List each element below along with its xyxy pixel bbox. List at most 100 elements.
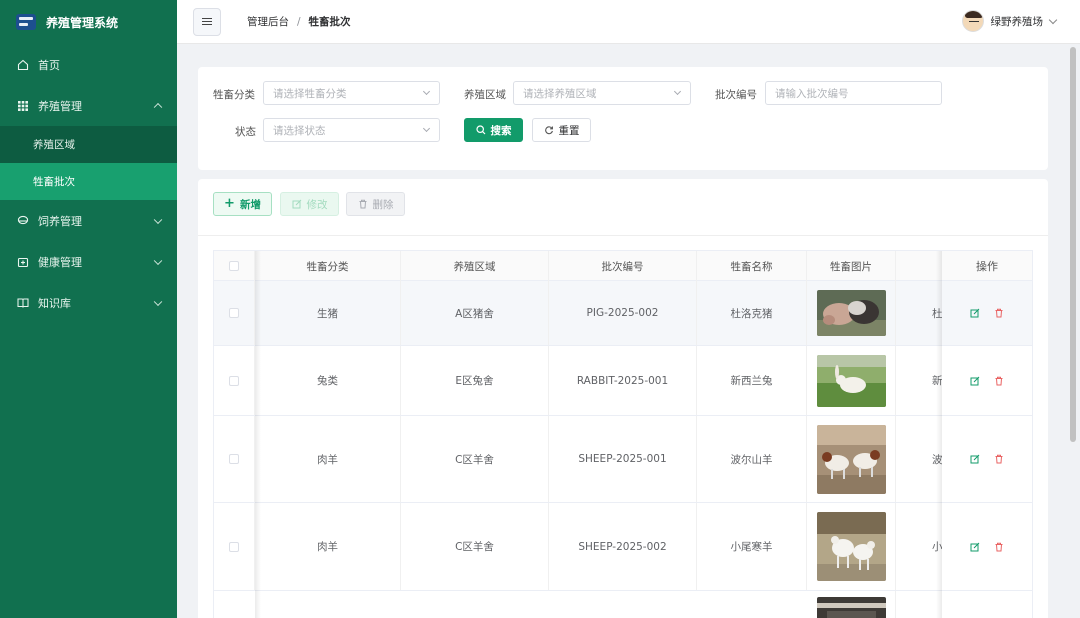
batch-label: 批次编号 [715,89,757,101]
area-cell: A区猪舍 [401,281,549,345]
livestock-image-sheep[interactable] [816,512,886,581]
search-button[interactable]: 搜索 [464,118,523,142]
operations-column: 操作 [942,251,1032,618]
sidebar-item-label: 知识库 [38,296,71,310]
grid-icon [17,100,29,112]
chevron-down-icon [422,124,431,133]
breadcrumb-current: 牲畜批次 [308,16,351,28]
livestock-image[interactable] [816,597,886,618]
table-header: 牲畜分类 养殖区域 批次编号 牲畜名称 牲畜图片 品 [214,251,1032,281]
name-cell: 新西兰兔 [697,346,807,415]
sidebar-item-label: 首页 [38,58,60,72]
row-actions [942,281,1032,346]
edit-icon [292,199,301,209]
category-cell: 生猪 [255,281,401,345]
row-checkbox[interactable] [229,541,239,552]
name-cell: 波尔山羊 [697,416,807,502]
plus-icon: + [224,196,235,211]
table-row[interactable]: 肉羊 C区羊舍 SHEEP-2025-002 小尾寒羊 小尾 [214,503,1032,591]
search-button-label: 搜索 [490,124,512,137]
batch-cell: RABBIT-2025-001 [549,346,697,415]
sidebar-item-label: 饲养管理 [38,214,82,228]
trash-icon[interactable] [992,452,1006,466]
category-label: 牲畜分类 [213,89,255,101]
table-row[interactable] [214,591,1032,618]
batch-number-input[interactable]: 请输入批次编号 [765,81,942,105]
status-select[interactable]: 请选择状态 [263,118,440,142]
column-header[interactable]: 批次编号 [549,251,697,281]
sidebar-item-health[interactable]: 健康管理 [0,241,177,282]
edit-icon[interactable] [968,452,982,466]
page-scrollbar[interactable] [1070,47,1076,442]
sidebar-item-knowledge[interactable]: 知识库 [0,282,177,323]
category-cell: 肉羊 [255,503,401,590]
hamburger-icon [202,20,212,23]
table-row[interactable]: 生猪 A区猪舍 PIG-2025-002 杜洛克猪 杜洛 [214,281,1032,346]
batch-cell: SHEEP-2025-002 [549,503,697,590]
sidebar-item-home[interactable]: 首页 [0,44,177,85]
column-header[interactable]: 养殖区域 [401,251,549,281]
column-header[interactable]: 牲畜图片 [807,251,896,281]
select-all-cell [214,251,255,281]
chevron-down-icon [153,215,163,224]
trash-icon[interactable] [992,374,1006,388]
column-header[interactable]: 牲畜分类 [255,251,401,281]
menu-toggle-button[interactable] [193,7,221,36]
sidebar-item-feeding[interactable]: 饲养管理 [0,200,177,241]
edit-icon[interactable] [968,540,982,554]
sidebar-item-livestock-batch[interactable]: 牲畜批次 [0,163,177,200]
batch-placeholder: 请输入批次编号 [775,87,849,100]
category-select[interactable]: 请选择牲畜分类 [263,81,440,105]
sidebar: 养殖管理系统 首页 养殖管理 养殖区域 牲畜批次 饲养管理 健康管理 知识库 [0,0,177,618]
image-cell [807,503,896,590]
app-title: 养殖管理系统 [46,15,119,30]
row-checkbox[interactable] [229,375,239,386]
reset-button[interactable]: 重置 [532,118,591,142]
breadcrumb-separator: / [297,15,301,28]
breadcrumb-parent[interactable]: 管理后台 [247,14,289,29]
reset-button-label: 重置 [558,124,580,137]
batch-cell: PIG-2025-002 [549,281,697,345]
sidebar-item-breeding-area[interactable]: 养殖区域 [0,126,177,163]
column-header-operations: 操作 [942,251,1032,281]
refresh-icon [544,126,553,135]
add-button[interactable]: + 新增 [213,192,272,216]
row-select-cell [214,281,255,345]
area-label: 养殖区域 [464,89,506,101]
area-select[interactable]: 请选择养殖区域 [513,81,691,105]
edit-icon[interactable] [968,306,982,320]
table-card: + 新增 修改 删除 牲畜分类 养殖区域 批次编号 牲畜名称 牲畜图片 品 生猪… [198,179,1048,618]
trash-icon[interactable] [992,540,1006,554]
row-actions [942,591,1032,618]
user-menu[interactable]: 绿野养殖场 [961,10,1058,32]
area-cell: C区羊舍 [401,416,549,502]
sidebar-item-breeding[interactable]: 养殖管理 [0,85,177,126]
image-cell [807,346,896,415]
table-row[interactable]: 肉羊 C区羊舍 SHEEP-2025-001 波尔山羊 波尔 [214,416,1032,503]
sidebar-menu: 首页 养殖管理 养殖区域 牲畜批次 饲养管理 健康管理 知识库 [0,44,177,323]
chevron-down-icon [673,87,682,96]
area-cell: E区兔舍 [401,346,549,415]
select-all-checkbox[interactable] [229,261,239,271]
livestock-image-rabbit[interactable] [816,354,886,407]
book-icon [17,297,29,309]
column-header[interactable]: 牲畜名称 [697,251,807,281]
livestock-image-goat[interactable] [816,424,886,494]
row-checkbox[interactable] [229,454,239,464]
edit-icon[interactable] [968,374,982,388]
chevron-down-icon [153,297,163,306]
delete-button[interactable]: 删除 [346,192,405,216]
livestock-image-pig[interactable] [816,290,886,336]
edit-button[interactable]: 修改 [280,192,339,216]
fixed-column-shadow [255,251,261,618]
data-table: 牲畜分类 养殖区域 批次编号 牲畜名称 牲畜图片 品 生猪 A区猪舍 PIG-2… [213,250,1033,618]
breadcrumb: 管理后台 / 牲畜批次 [247,14,351,29]
row-checkbox[interactable] [229,308,239,318]
table-row[interactable]: 兔类 E区兔舍 RABBIT-2025-001 新西兰兔 新西 [214,346,1032,416]
sidebar-item-label: 健康管理 [38,255,82,269]
row-select-cell [214,503,255,590]
trash-icon[interactable] [992,306,1006,320]
bowl-icon [17,215,29,227]
app-logo-icon [16,14,36,30]
area-placeholder: 请选择养殖区域 [523,87,597,100]
